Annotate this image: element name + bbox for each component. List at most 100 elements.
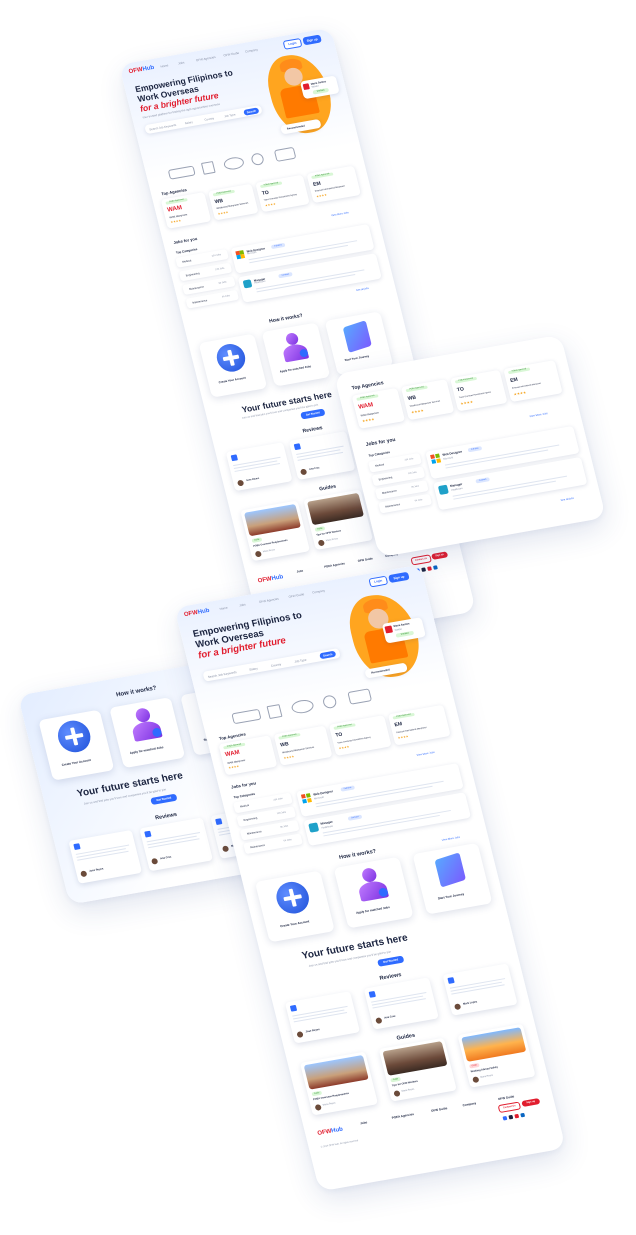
jobs-heading: Jobs for you <box>365 436 397 448</box>
agency-card-3[interactable]: POEA Approved TO Trans Overseas Recruitm… <box>450 369 508 412</box>
category-name: Engineering <box>243 816 258 823</box>
agency-card-1[interactable]: POEA Approved WAM WAM Manpower ★★★★ <box>160 192 212 229</box>
job-type-tag: Contract <box>278 271 293 279</box>
get-started-button[interactable]: Get Started <box>377 955 405 967</box>
agency-card-4[interactable]: POEA Approved EM Emanuel International M… <box>387 704 451 746</box>
guide-photo-crowd <box>382 1041 448 1076</box>
healthcare-logo-icon <box>308 822 320 833</box>
agency-logo: WB <box>214 197 224 206</box>
step-card-start-journey[interactable]: Start Your Journey <box>412 842 493 915</box>
agency-card-2[interactable]: POEA Approved WB Westbound Manpower Serv… <box>400 379 455 421</box>
job-company: Healthcare <box>450 486 464 492</box>
agency-card-2[interactable]: POEA Approved WB Westbound Manpower Serv… <box>207 183 259 221</box>
footer-signup-button[interactable]: Sign up <box>521 1098 541 1107</box>
agency-tag: POEA Approved <box>405 385 428 393</box>
agency-tag: POEA Approved <box>392 712 415 720</box>
facebook-icon[interactable] <box>502 1115 508 1121</box>
category-count: 128 Jobs <box>214 267 225 271</box>
footer-contact-button[interactable]: Contact Us <box>497 1101 522 1114</box>
filter-job-type[interactable]: Job Type <box>294 657 307 663</box>
guide-tag: Guide <box>251 537 263 543</box>
view-more-jobs-link[interactable]: View More Jobs <box>416 751 435 757</box>
agency-card-4[interactable]: POEA Approved EM Emanuel International M… <box>306 165 362 204</box>
profile-app-icon <box>302 83 310 91</box>
reviewer-avatar <box>80 870 88 878</box>
guide-card-2[interactable]: Guide Tips for OFW Workers Maria Reyes <box>303 489 374 551</box>
job-company: Healthcare <box>321 824 334 830</box>
guide-card-1[interactable]: Guide POEA Overseas Requirements Maria R… <box>240 500 311 562</box>
agency-logo: WAM <box>357 402 374 411</box>
quote-icon <box>144 830 152 838</box>
certification-logo-5 <box>347 688 373 705</box>
agency-card-2[interactable]: POEA Approved WB Westbound Manpower Serv… <box>273 725 333 766</box>
guide-card-2[interactable]: Guide Tips for OFW Workers Maria Reyes <box>378 1037 457 1102</box>
agency-rating-stars: ★★★★ <box>283 754 295 761</box>
filter-salary[interactable]: Salary <box>249 666 258 671</box>
reviewer-avatar <box>236 479 245 487</box>
footer-logo[interactable]: OFWHub <box>257 574 284 584</box>
search-button[interactable]: Search <box>319 650 337 660</box>
footer-contact-button[interactable]: Contact Us <box>410 554 433 566</box>
footer-col-agencies: POEA Agencies <box>391 1112 415 1120</box>
filter-country[interactable]: Country <box>204 116 215 122</box>
agency-card-1[interactable]: POEA Approved WAM WAM Manpower ★★★★ <box>351 387 406 429</box>
footer-signup-button[interactable]: Sign up <box>431 551 449 560</box>
guide-card-1[interactable]: Guide POEA Overseas Requirements Maria R… <box>299 1051 379 1116</box>
guide-card-3[interactable]: Guide Working Abroad Safety Maria Reyes <box>457 1023 536 1088</box>
footer-col-jobs: Jobs <box>296 568 304 574</box>
view-more-jobs-link[interactable]: View More Jobs <box>331 211 349 217</box>
see-all-jobs-link[interactable]: See all jobs <box>560 497 574 502</box>
step-card-apply-jobs[interactable]: Apply for matched Jobs <box>261 322 331 387</box>
guide-tag: Guide <box>468 1062 480 1069</box>
step-card-create-account[interactable]: Create Your Account <box>198 333 268 398</box>
get-started-button[interactable]: Get Started <box>300 408 326 420</box>
step-card-create-account[interactable]: Create Your Account <box>254 870 335 943</box>
step-label: Apply for matched Jobs <box>129 745 164 755</box>
agency-card-3[interactable]: POEA Approved TO Trans Overseas Recruitm… <box>328 715 392 756</box>
view-more-link[interactable]: View More Jobs <box>441 836 460 842</box>
filter-job-type[interactable]: Job Type <box>224 112 236 118</box>
agency-card-3[interactable]: POEA Approved TO Trans Overseas Recruitm… <box>255 174 310 213</box>
reviewer-name: Jose Reyes <box>305 1028 321 1034</box>
footer-logo[interactable]: OFWHub <box>317 1127 344 1137</box>
review-card-1: Jose Reyes <box>284 991 361 1044</box>
guide-photo-building <box>303 1054 369 1090</box>
view-more-jobs-link[interactable]: View More Jobs <box>529 412 548 418</box>
agency-card-4[interactable]: POEA Approved EM Emanuel International M… <box>503 360 563 403</box>
guide-photo-building <box>243 503 301 537</box>
how-it-works-heading: How it works? <box>268 312 304 325</box>
agency-rating-stars: ★★★★ <box>338 744 350 751</box>
quote-icon <box>293 443 302 451</box>
certification-logo-2 <box>200 161 216 175</box>
see-all-jobs-link[interactable]: See all jobs <box>356 287 369 292</box>
microsoft-logo-icon <box>300 793 312 804</box>
category-count: 234 Jobs <box>404 458 414 462</box>
guide-author: Maria Reyes <box>325 538 339 543</box>
step-card-apply-jobs[interactable]: Apply for matched Jobs <box>333 856 414 929</box>
agency-rating-stars: ★★★★ <box>460 399 474 406</box>
search-button[interactable]: Search <box>243 106 260 116</box>
agency-rating-stars: ★★★★ <box>361 417 375 424</box>
step-label: Apply for matched Jobs <box>279 364 312 374</box>
job-company: Microsoft <box>443 456 454 461</box>
filter-salary[interactable]: Salary <box>184 120 193 125</box>
reviewer-avatar <box>299 468 308 476</box>
category-name: Medical <box>374 463 385 468</box>
linkedin-icon[interactable] <box>520 1112 526 1118</box>
agency-logo: WB <box>279 741 290 749</box>
youtube-icon[interactable] <box>514 1113 520 1119</box>
job-type-tag: Contract <box>347 814 363 821</box>
category-name: Medical <box>239 803 250 809</box>
agency-card-1[interactable]: POEA Approved WAM WAM Manpower ★★★★ <box>218 735 278 776</box>
step-label: Create Your Account <box>61 757 92 767</box>
linkedin-icon[interactable] <box>432 565 438 570</box>
footer-col-guide: OFW Guide <box>357 556 374 563</box>
youtube-icon[interactable] <box>427 566 432 571</box>
step-label: Start Your Journey <box>437 891 465 901</box>
review-card-1: Jose Reyes <box>225 442 293 492</box>
x-icon[interactable] <box>508 1114 514 1120</box>
quote-icon <box>230 454 239 462</box>
filter-country[interactable]: Country <box>270 662 281 668</box>
reviewer-avatar <box>453 1003 462 1011</box>
mockup-stage: OFWHub Home Jobs OFW Agencies OFW Guide … <box>0 0 636 1235</box>
